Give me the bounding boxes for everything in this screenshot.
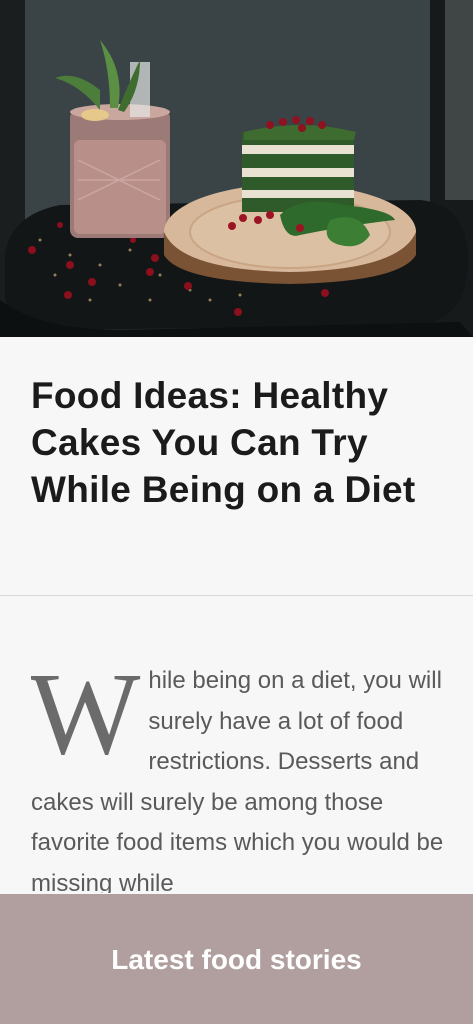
- hero-image: [0, 0, 473, 337]
- latest-stories-label: Latest food stories: [111, 944, 362, 975]
- latest-stories-button[interactable]: Latest food stories: [0, 894, 473, 1024]
- divider: [0, 595, 473, 596]
- article-title: Food Ideas: Healthy Cakes You Can Try Wh…: [31, 375, 416, 510]
- drop-cap: W: [31, 661, 141, 779]
- article-body: W hile being on a diet, you will surely …: [31, 661, 446, 893]
